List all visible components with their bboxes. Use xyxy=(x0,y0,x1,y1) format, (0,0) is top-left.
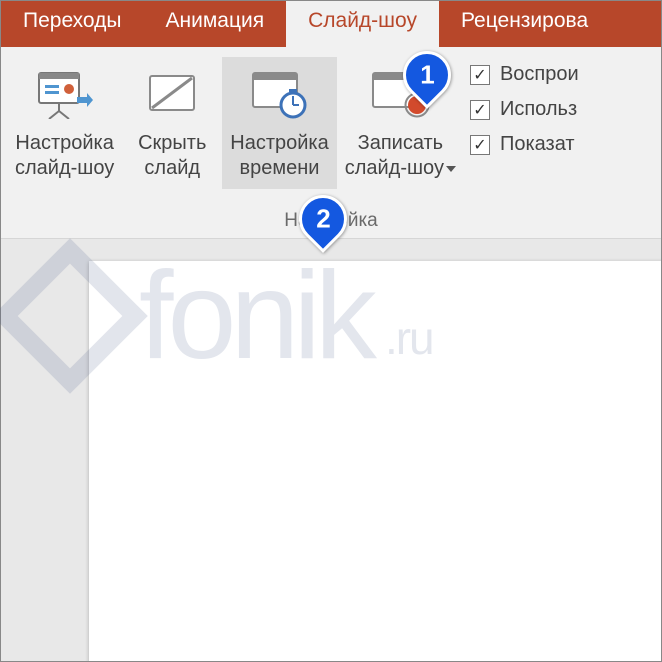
tab-animation[interactable]: Анимация xyxy=(144,1,287,47)
show-media-controls-checkbox[interactable]: ✓ Показат xyxy=(470,133,579,156)
slide-canvas-area xyxy=(1,239,661,661)
checkbox-label: Использ xyxy=(500,98,577,121)
setup-slideshow-icon xyxy=(37,63,93,125)
button-label-l1: Настройка xyxy=(15,131,113,156)
button-label-l1: Настройка xyxy=(230,131,328,156)
hide-slide-icon xyxy=(146,63,198,125)
button-label-l2: времени xyxy=(240,156,320,181)
tab-label: Слайд-шоу xyxy=(308,9,417,33)
tab-transitions[interactable]: Переходы xyxy=(1,1,144,47)
tab-slideshow[interactable]: Слайд-шоу xyxy=(286,1,439,47)
ribbon-tabstrip: Переходы Анимация Слайд-шоу Рецензирова xyxy=(1,1,661,47)
checkbox-label: Показат xyxy=(500,133,575,156)
checkbox-icon: ✓ xyxy=(470,65,490,85)
button-label-l2: слайд-шоу xyxy=(345,156,456,181)
chevron-down-icon xyxy=(446,166,456,172)
tab-label: Переходы xyxy=(23,9,122,33)
checkbox-icon: ✓ xyxy=(470,135,490,155)
tab-review[interactable]: Рецензирова xyxy=(439,1,610,47)
button-label-l1: Скрыть xyxy=(138,131,206,156)
tab-label: Анимация xyxy=(166,9,265,33)
tab-label: Рецензирова xyxy=(461,9,588,33)
checkbox-icon: ✓ xyxy=(470,100,490,120)
hide-slide-button[interactable]: Скрыть слайд xyxy=(122,57,222,189)
play-narrations-checkbox[interactable]: ✓ Воспрои xyxy=(470,63,579,86)
button-label-l2: слайд-шоу xyxy=(15,156,114,181)
rehearse-timings-button[interactable]: Настройка времени xyxy=(222,57,336,189)
slide-thumbnail[interactable] xyxy=(89,261,661,661)
use-timings-checkbox[interactable]: ✓ Использ xyxy=(470,98,579,121)
ribbon-checkbox-column: ✓ Воспрои ✓ Использ ✓ Показат xyxy=(464,57,579,156)
rehearse-timings-icon xyxy=(249,63,309,125)
button-label-l2: слайд xyxy=(144,156,200,181)
button-label-l1: Записать xyxy=(358,131,443,156)
checkbox-label: Воспрои xyxy=(500,63,579,86)
ribbon-group-items: Настройка слайд-шоу Скрыть слайд xyxy=(1,47,661,210)
setup-slideshow-button[interactable]: Настройка слайд-шоу xyxy=(7,57,122,189)
